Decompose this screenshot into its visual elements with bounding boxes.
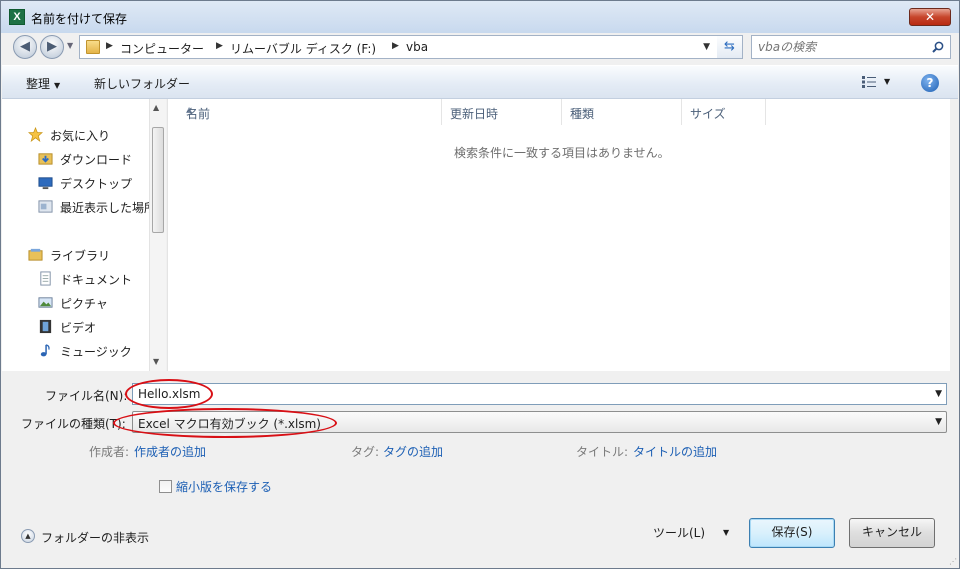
- column-header-label: 名前: [186, 107, 211, 121]
- sidebar-item-label: ライブラリ: [50, 249, 111, 263]
- sidebar-item-label: ビデオ: [60, 321, 97, 335]
- sidebar-item-label: 最近表示した場所: [60, 201, 157, 215]
- title-bar: X 名前を付けて保存 ✕: [1, 1, 959, 33]
- column-header-modified[interactable]: 更新日時: [442, 99, 562, 125]
- search-box[interactable]: [751, 35, 951, 59]
- column-header-type[interactable]: 種類: [562, 99, 682, 125]
- chevron-right-icon[interactable]: ▶: [216, 41, 223, 51]
- recent-pages-dropdown[interactable]: ▼: [67, 41, 73, 50]
- organize-label: 整理: [26, 77, 51, 91]
- pictures-icon: [38, 297, 53, 308]
- chevron-down-icon[interactable]: ▼: [723, 528, 729, 537]
- sidebar-item-label: デスクトップ: [60, 177, 133, 191]
- collapse-icon[interactable]: ▲: [21, 529, 35, 543]
- filename-label: ファイル名(N):: [45, 389, 128, 403]
- help-icon[interactable]: ?: [921, 74, 939, 92]
- sidebar-item-label: ダウンロード: [60, 153, 133, 167]
- chevron-right-icon[interactable]: ▶: [392, 41, 399, 51]
- organize-menu[interactable]: 整理 ▼: [26, 75, 60, 92]
- search-icon[interactable]: [932, 41, 944, 53]
- sidebar-item-label: ドキュメント: [60, 273, 133, 287]
- column-header-label: サイズ: [690, 107, 726, 121]
- scroll-up-icon[interactable]: ▲: [153, 103, 159, 112]
- navigation-pane: お気に入り ダウンロード デスクトップ 最近表示した場所 ライブラリ ドキュメン…: [2, 99, 166, 371]
- library-icon: [28, 248, 43, 261]
- breadcrumb-computer[interactable]: コンピューター: [120, 40, 204, 57]
- tags-label: タグ:: [351, 445, 380, 459]
- breadcrumb-vba[interactable]: vba: [406, 40, 428, 54]
- folder-icon: [86, 40, 100, 54]
- breadcrumb-removable-disk[interactable]: リムーバブル ディスク (F:): [230, 40, 376, 57]
- add-tags-link[interactable]: タグの追加: [383, 443, 443, 460]
- forward-button[interactable]: ▶: [40, 35, 64, 59]
- column-header-size[interactable]: サイズ: [682, 99, 766, 125]
- command-bar: 整理 ▼ 新しいフォルダー ▼ ?: [2, 65, 958, 99]
- music-icon: [40, 344, 50, 357]
- documents-icon: [40, 271, 51, 286]
- title-label: タイトル:: [576, 445, 629, 459]
- address-bar[interactable]: ▶ コンピューター ▶ リムーバブル ディスク (F:) ▶ vba ▼: [79, 35, 743, 59]
- recent-places-icon: [38, 200, 53, 213]
- file-list[interactable]: ▲ 名前 更新日時 種類 サイズ 検索条件に一致する項目はありません。: [167, 99, 950, 371]
- tools-menu[interactable]: ツール(L): [653, 524, 705, 541]
- add-author-link[interactable]: 作成者の追加: [134, 443, 206, 460]
- column-header-label: 更新日時: [450, 107, 499, 121]
- address-history-dropdown[interactable]: ▼: [703, 42, 710, 52]
- view-options-icon[interactable]: [862, 76, 876, 88]
- navigation-scrollbar[interactable]: ▲ ▼: [149, 99, 166, 371]
- add-title-link[interactable]: タイトルの追加: [633, 443, 717, 460]
- back-button[interactable]: ◀: [13, 35, 37, 59]
- search-input[interactable]: [758, 39, 918, 55]
- cancel-button[interactable]: キャンセル: [849, 518, 935, 548]
- new-folder-button[interactable]: 新しいフォルダー: [94, 75, 190, 92]
- filetype-label: ファイルの種類(T):: [21, 417, 126, 431]
- videos-icon: [39, 319, 52, 334]
- desktop-icon: [38, 177, 53, 190]
- excel-icon: X: [9, 9, 25, 25]
- save-thumbnail-label[interactable]: 縮小版を保存する: [176, 478, 272, 495]
- downloads-folder-icon: [38, 153, 53, 165]
- close-button[interactable]: ✕: [909, 8, 951, 26]
- scrollbar-thumb[interactable]: [152, 127, 164, 233]
- save-thumbnail-checkbox[interactable]: [159, 480, 172, 493]
- window-title: 名前を付けて保存: [31, 12, 128, 26]
- sidebar-item-label: ピクチャ: [60, 297, 108, 311]
- column-header-label: 種類: [570, 107, 595, 121]
- filename-field[interactable]: Hello.xlsm ▼: [132, 383, 947, 405]
- save-button[interactable]: 保存(S): [749, 518, 835, 548]
- chevron-down-icon[interactable]: ▼: [935, 389, 942, 399]
- chevron-down-icon: ▼: [54, 81, 61, 90]
- chevron-down-icon[interactable]: ▼: [935, 417, 942, 427]
- view-options-dropdown[interactable]: ▼: [884, 77, 890, 86]
- author-label: 作成者:: [89, 445, 130, 459]
- chevron-right-icon[interactable]: ▶: [106, 41, 113, 51]
- sidebar-item-label: お気に入り: [50, 129, 111, 143]
- star-icon: [28, 127, 43, 142]
- save-as-dialog: X 名前を付けて保存 ✕ ◀ ▶ ▼ ▶ コンピューター ▶ リムーバブル ディ…: [0, 0, 960, 569]
- filename-value[interactable]: Hello.xlsm: [138, 387, 200, 401]
- sidebar-item-label: ミュージック: [60, 345, 132, 359]
- resize-grip-icon[interactable]: ⋰: [949, 557, 957, 566]
- filetype-select[interactable]: Excel マクロ有効ブック (*.xlsm) ▼: [132, 411, 947, 433]
- hide-folders-button[interactable]: フォルダーの非表示: [41, 529, 149, 546]
- column-header-name[interactable]: ▲ 名前: [178, 99, 442, 125]
- scroll-down-icon[interactable]: ▼: [153, 357, 159, 366]
- filetype-value[interactable]: Excel マクロ有効ブック (*.xlsm): [138, 415, 321, 432]
- refresh-button[interactable]: ⇆: [717, 35, 743, 59]
- empty-results-message: 検索条件に一致する項目はありません。: [454, 146, 670, 160]
